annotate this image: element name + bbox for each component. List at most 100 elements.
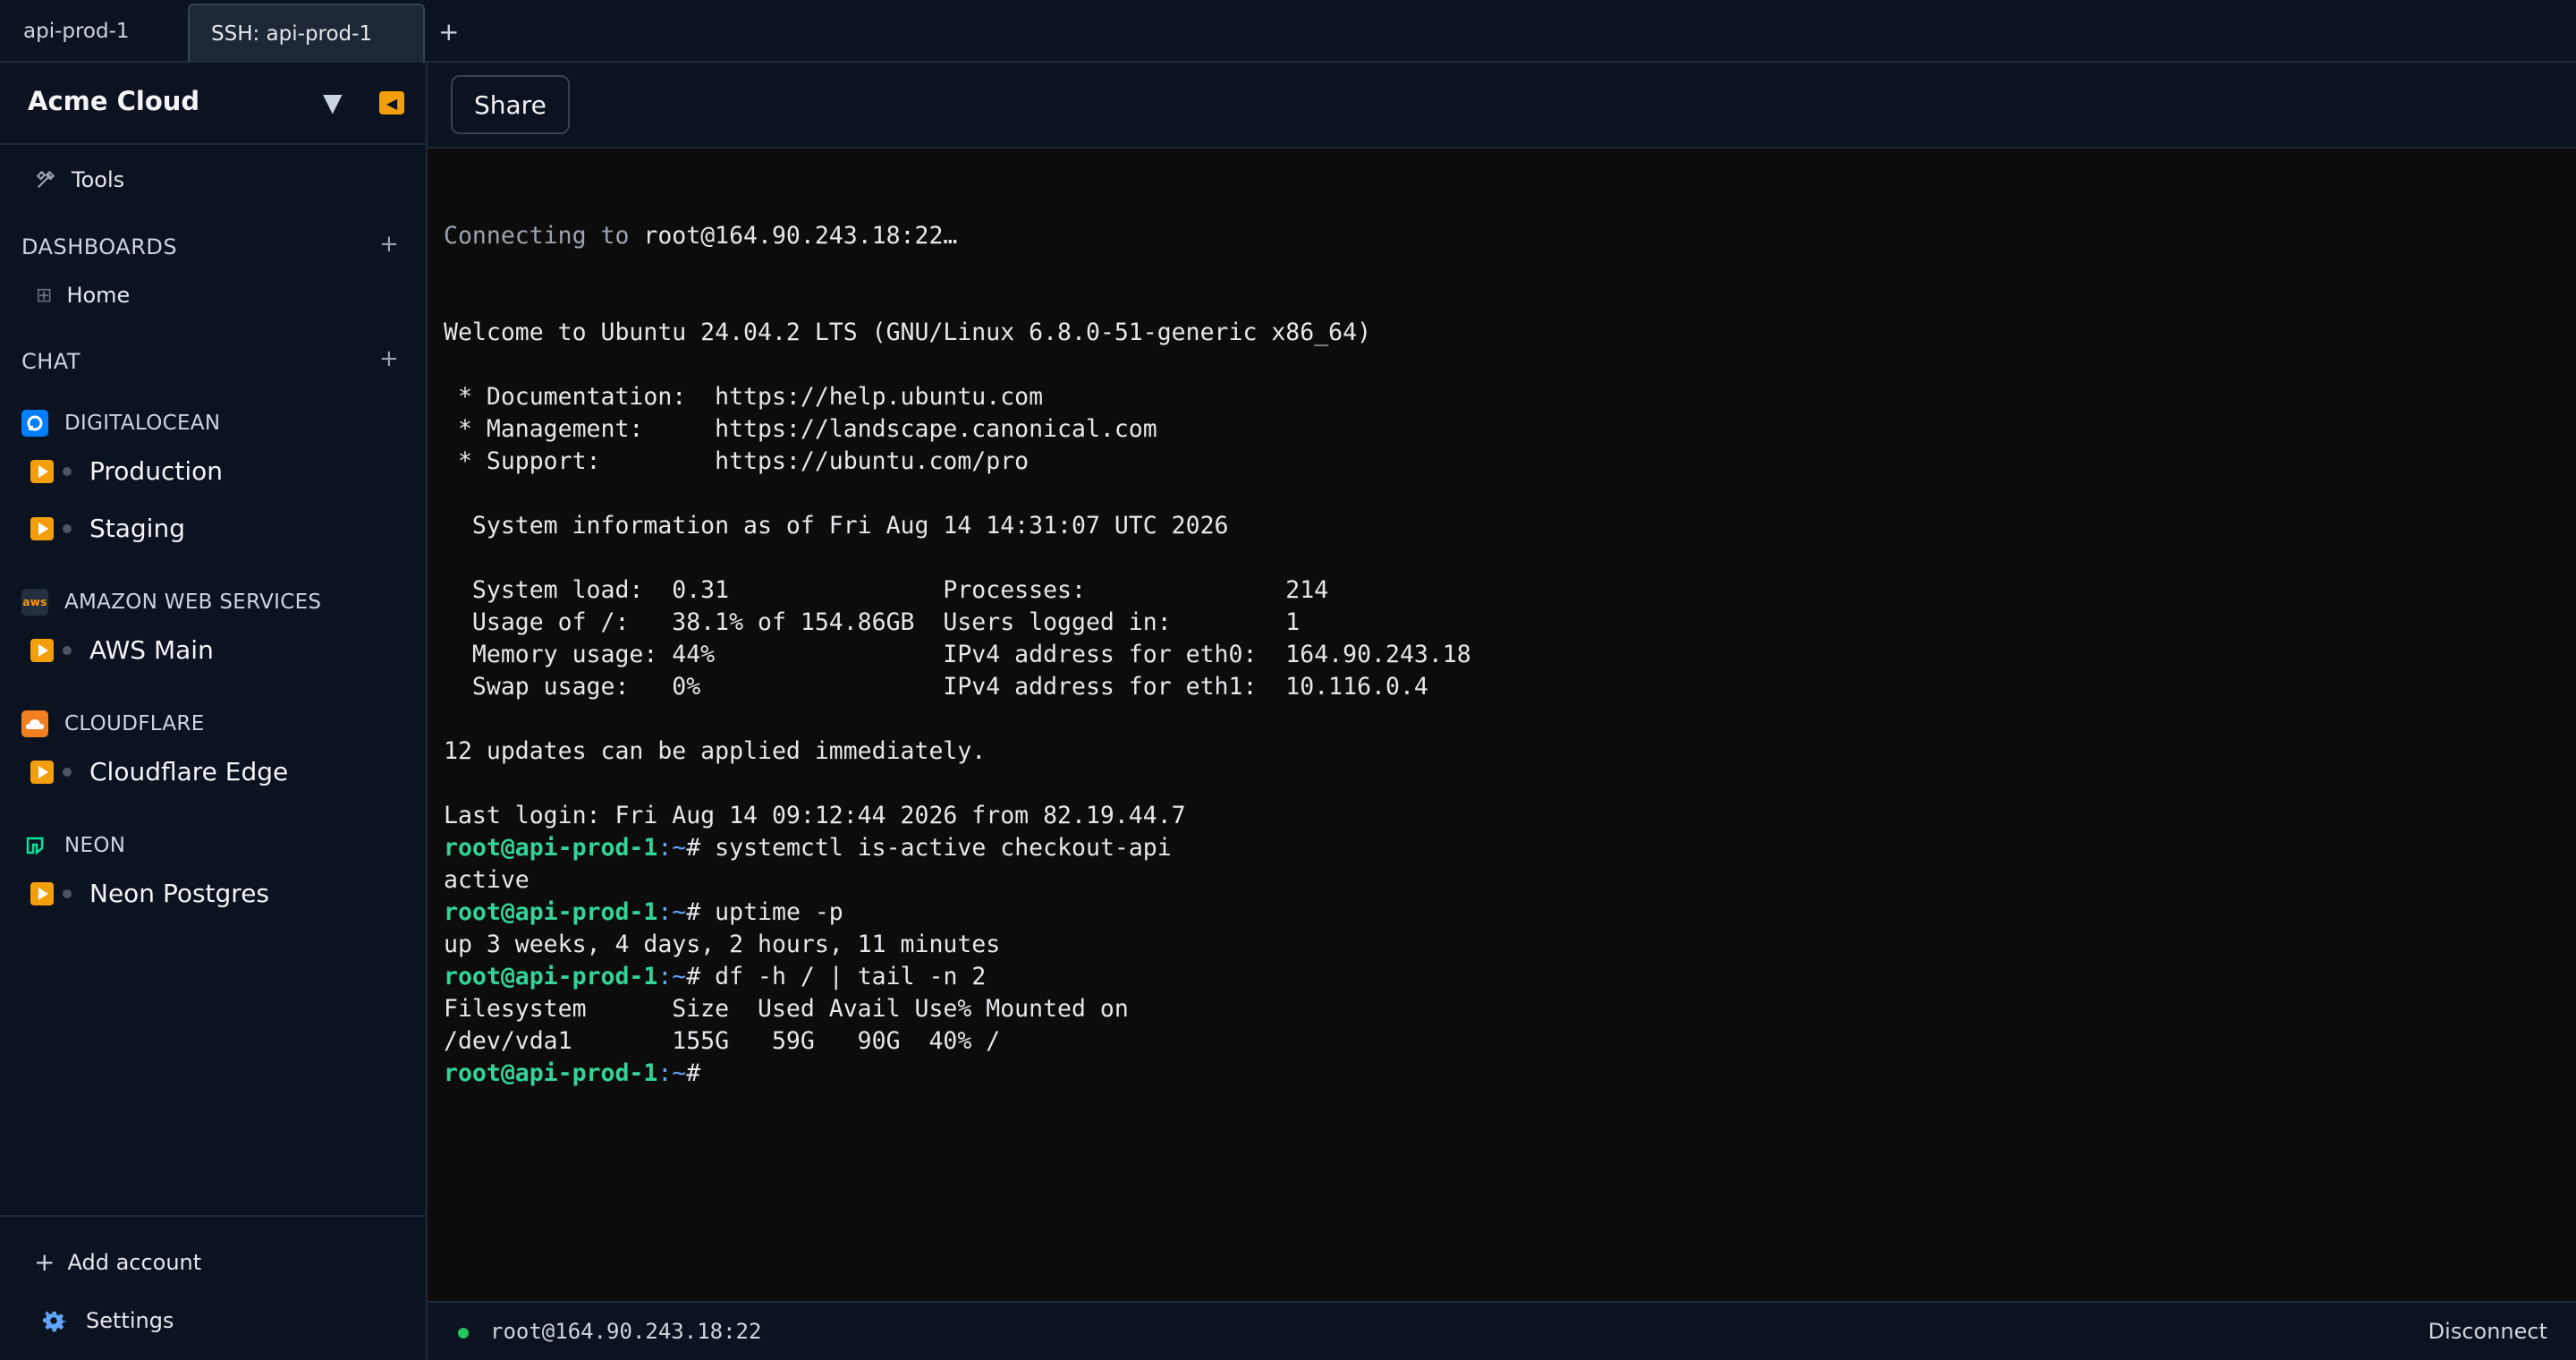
play-icon: [30, 638, 54, 662]
sidebar-item-label: Home: [66, 283, 131, 308]
account-staging[interactable]: Staging: [30, 514, 185, 543]
add-account-button[interactable]: + Add account: [34, 1247, 201, 1277]
account-label: AWS Main: [89, 635, 214, 665]
prompt-user: root@api-prod-1: [444, 834, 658, 862]
connecting-host: root@164.90.243.18:22…: [643, 222, 958, 250]
neon-logo-icon: [21, 832, 48, 859]
toolbar: Share: [428, 63, 2576, 149]
sidebar-footer: + Add account Settings: [0, 1215, 426, 1360]
collapse-sidebar-icon[interactable]: ◀: [379, 91, 404, 115]
prompt-path: :~: [657, 963, 687, 990]
terminal-line: Swap usage: 0% IPv4 address for eth1: 10…: [444, 673, 1428, 701]
account-aws-main[interactable]: AWS Main: [30, 635, 214, 665]
account-label: Staging: [89, 514, 185, 543]
prompt-symbol: #: [686, 834, 716, 862]
prompt-user: root@api-prod-1: [444, 1059, 658, 1087]
sidebar-item-label: Tools: [72, 167, 125, 192]
sidebar-item-tools[interactable]: Tools: [32, 166, 124, 193]
tools-icon: [32, 166, 59, 193]
status-dot: [63, 645, 72, 655]
account-production[interactable]: Production: [30, 456, 223, 486]
terminal-line: Last login: Fri Aug 14 09:12:44 2026 fro…: [444, 802, 1186, 829]
status-dot: [63, 888, 72, 898]
provider-name: DIGITALOCEAN: [64, 412, 221, 435]
terminal-line: Welcome to Ubuntu 24.04.2 LTS (GNU/Linux…: [444, 319, 1372, 346]
prompt-user: root@api-prod-1: [444, 963, 658, 990]
command-output: up 3 weeks, 4 days, 2 hours, 11 minutes: [444, 931, 1001, 958]
prompt-line: root@api-prod-1:~# df -h / | tail -n 2: [444, 961, 2563, 993]
sidebar: Acme Cloud ▼ ◀ Tools DASHBOARDS + ⊞ Home…: [0, 63, 428, 1360]
prompt-symbol: #: [686, 1059, 716, 1087]
terminal-line: * Support: https://ubuntu.com/pro: [444, 447, 1030, 475]
tab-bar: api-prod-1 SSH: api-prod-1 +: [0, 0, 2576, 63]
prompt-user: root@api-prod-1: [444, 898, 658, 926]
add-dashboard-button[interactable]: +: [379, 231, 399, 258]
provider-name: AMAZON WEB SERVICES: [64, 591, 322, 614]
provider-name: CLOUDFLARE: [64, 712, 205, 735]
workspace-name[interactable]: Acme Cloud: [28, 86, 199, 116]
prompt-symbol: #: [686, 898, 716, 926]
account-cloudflare-edge[interactable]: Cloudflare Edge: [30, 757, 288, 786]
connecting-line: Connecting to root@164.90.243.18:22…: [444, 220, 2563, 252]
chat-section-label: CHAT: [21, 349, 81, 374]
prompt-line: root@api-prod-1:~# systemctl is-active c…: [444, 832, 2563, 864]
play-icon: [30, 459, 54, 483]
account-label: Cloudflare Edge: [89, 757, 289, 786]
disconnect-button[interactable]: Disconnect: [2428, 1319, 2547, 1344]
gear-icon: [36, 1303, 72, 1339]
digitalocean-logo-icon: [21, 410, 48, 437]
prompt-line: root@api-prod-1:~#: [444, 1058, 2563, 1090]
connected-status-dot: [458, 1328, 469, 1339]
status-dot: [63, 767, 72, 777]
command-output: Filesystem Size Used Avail Use% Mounted …: [444, 995, 1129, 1023]
cloudflare-logo-icon: [21, 710, 48, 737]
tab-ssh-api-prod-1[interactable]: SSH: api-prod-1: [188, 4, 425, 63]
terminal-line: * Documentation: https://help.ubuntu.com: [444, 383, 1044, 411]
new-tab-button[interactable]: +: [438, 0, 460, 63]
command-output: active: [444, 866, 530, 894]
terminal-line: 12 updates can be applied immediately.: [444, 737, 987, 765]
aws-logo-icon: aws: [21, 589, 48, 616]
status-bar: root@164.90.243.18:22 Disconnect: [428, 1301, 2576, 1360]
prompt-path: :~: [657, 834, 687, 862]
prompt-symbol: #: [686, 963, 716, 990]
chevron-down-icon[interactable]: ▼: [323, 88, 343, 117]
provider-cloudflare: CLOUDFLARE: [21, 710, 205, 737]
terminal-line: Usage of /: 38.1% of 154.86GB Users logg…: [444, 608, 1301, 636]
terminal-line: System load: 0.31 Processes: 214: [444, 576, 1329, 604]
add-chat-button[interactable]: +: [379, 345, 399, 372]
status-dot: [63, 466, 72, 476]
play-icon: [30, 881, 54, 905]
prompt-path: :~: [657, 898, 687, 926]
status-dot: [63, 523, 72, 533]
settings-button[interactable]: Settings: [36, 1303, 174, 1339]
terminal-line: System information as of Fri Aug 14 14:3…: [444, 512, 1229, 540]
command-text: systemctl is-active checkout-api: [715, 834, 1172, 862]
command-text: uptime -p: [715, 898, 843, 926]
provider-aws: aws AMAZON WEB SERVICES: [21, 589, 321, 616]
play-icon: [30, 516, 54, 540]
plus-icon: +: [34, 1247, 55, 1277]
workspace-header: Acme Cloud ▼ ◀: [0, 63, 426, 145]
terminal-output[interactable]: Connecting to root@164.90.243.18:22… Wel…: [444, 156, 2563, 1301]
grid-icon: ⊞: [36, 284, 53, 307]
connecting-prefix: Connecting to: [444, 222, 644, 250]
account-label: Production: [89, 456, 223, 486]
provider-name: NEON: [64, 834, 126, 857]
terminal-line: * Management: https://landscape.canonica…: [444, 415, 1157, 443]
dashboards-section-label: DASHBOARDS: [21, 234, 178, 259]
sidebar-item-home[interactable]: ⊞ Home: [36, 283, 130, 308]
terminal-line: Memory usage: 44% IPv4 address for eth0:…: [444, 641, 1471, 668]
share-button[interactable]: Share: [451, 75, 570, 134]
tab-api-prod-1[interactable]: api-prod-1: [0, 0, 184, 63]
account-label: Neon Postgres: [89, 879, 270, 908]
prompt-path: :~: [657, 1059, 687, 1087]
main-panel: Share Connecting to root@164.90.243.18:2…: [428, 63, 2576, 1360]
settings-label: Settings: [86, 1308, 174, 1333]
account-neon-postgres[interactable]: Neon Postgres: [30, 879, 269, 908]
